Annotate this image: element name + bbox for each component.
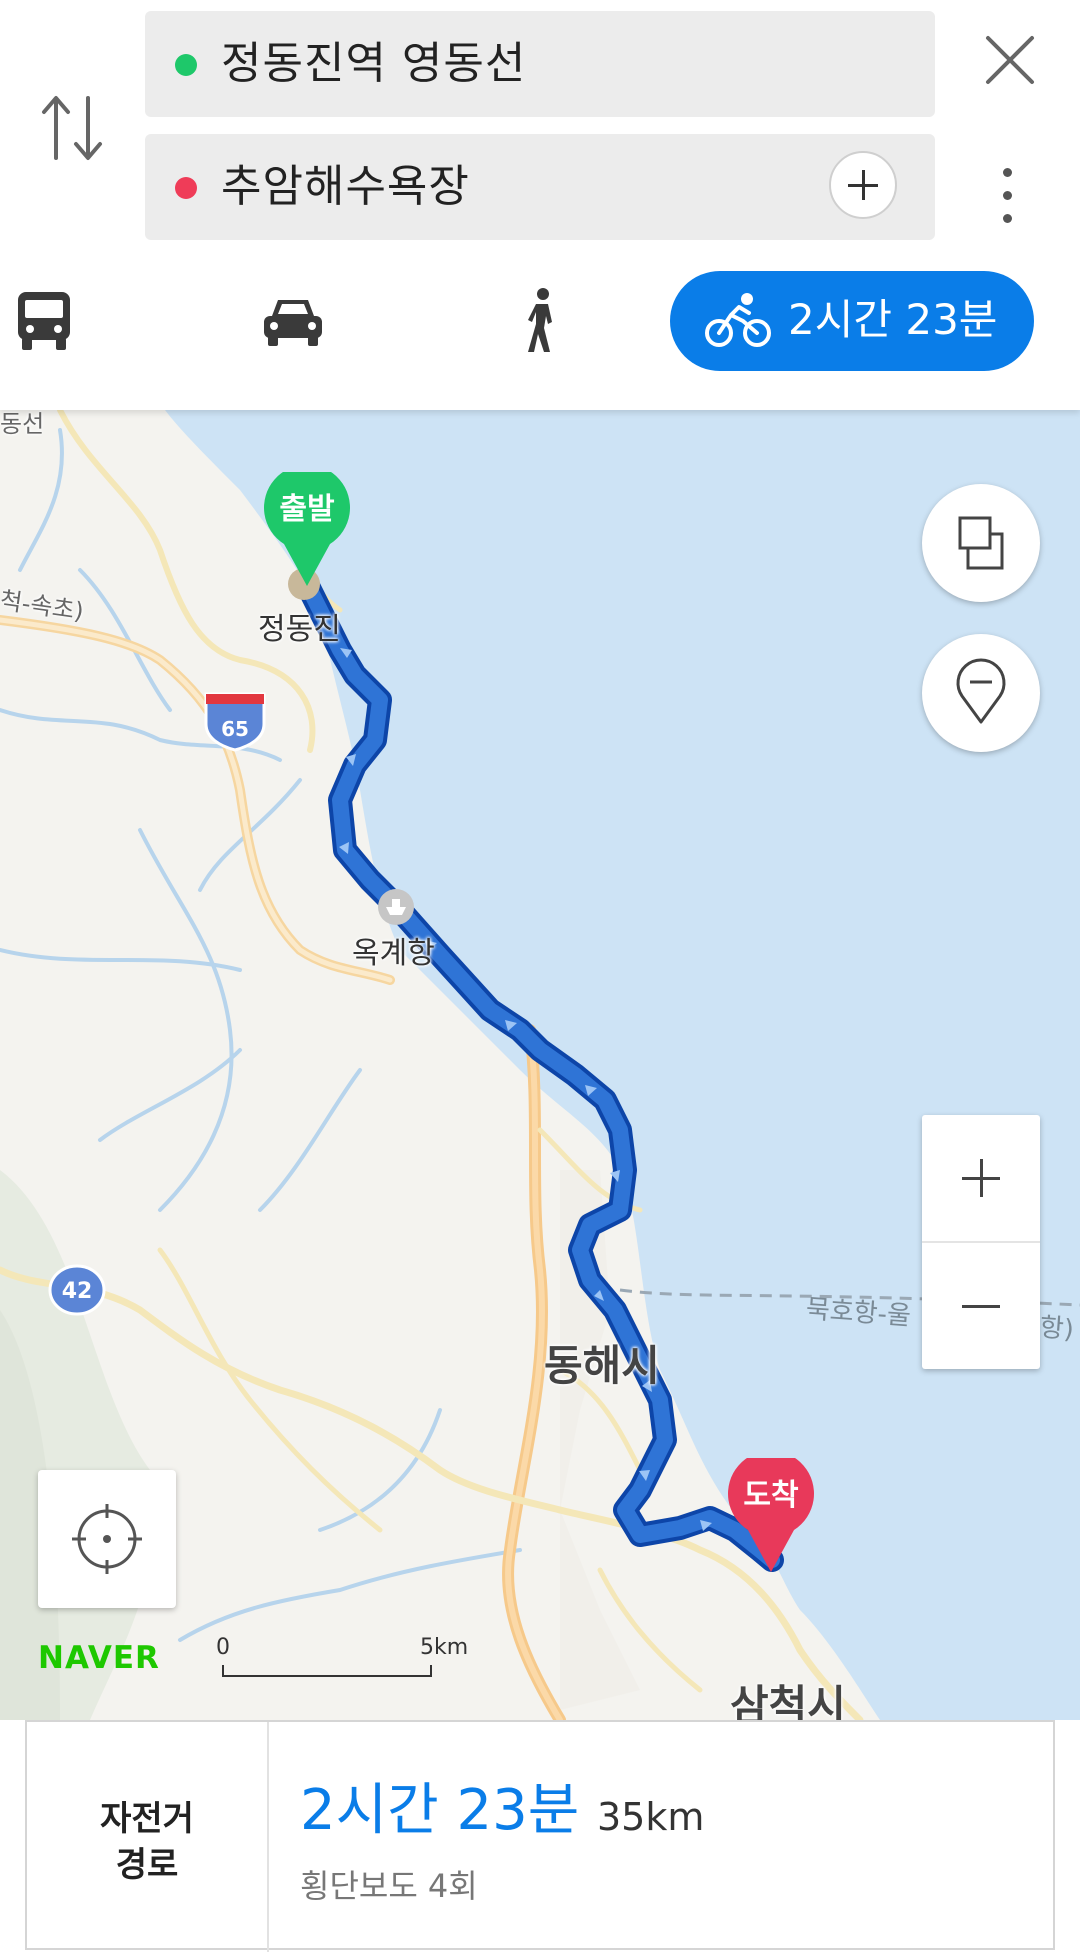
route-type-line2: 경로 (115, 1845, 179, 1885)
origin-dot-icon (175, 54, 197, 76)
close-icon[interactable] (980, 30, 1040, 90)
destination-text: 추암해수욕장 (221, 161, 470, 212)
end-pin-marker-icon (728, 1450, 814, 1572)
route-type-line1: 자전거 (100, 1799, 194, 1839)
destination-field[interactable]: 추암해수욕장 (145, 134, 935, 240)
highway-shield-65: 65 (221, 717, 249, 741)
zoom-out-icon[interactable] (922, 1243, 1040, 1369)
bus-icon[interactable] (12, 268, 76, 378)
bike-icon (705, 291, 771, 351)
origin-field[interactable]: 정동진역 영동선 (145, 11, 935, 117)
route-type-column: 자전거 경로 (27, 1722, 269, 1952)
route-duration: 2시간 23분 (300, 1778, 580, 1843)
route-search-header: 정동진역 영동선 추암해수욕장 2시간 23분 (0, 0, 1080, 410)
walk-icon[interactable] (518, 268, 566, 378)
map-scale: 0 5km (216, 1635, 468, 1685)
start-pin-label: 출발 (279, 492, 335, 527)
poi-pin-icon[interactable] (922, 634, 1040, 752)
route-crosswalk-count: 횡단보도 4회 (300, 1867, 478, 1905)
more-icon[interactable] (995, 168, 1019, 232)
map-label-ferry-tail: 항) (1038, 1312, 1075, 1346)
start-pin-marker-icon (264, 464, 350, 586)
zoom-control (922, 1115, 1040, 1369)
swap-icon[interactable] (38, 88, 108, 168)
transport-mode-tabs: 2시간 23분 (0, 268, 1080, 378)
destination-dot-icon (175, 177, 197, 199)
bike-mode-tab[interactable]: 2시간 23분 (670, 271, 1034, 371)
locate-icon[interactable] (38, 1470, 176, 1608)
bike-time-label: 2시간 23분 (788, 295, 998, 344)
end-pin[interactable]: 도착 (726, 1450, 816, 1578)
map-label-donghae: 동해시 (544, 1341, 660, 1390)
naver-logo: NAVER (38, 1640, 160, 1676)
map-label-jeongdongjin: 정동진 (258, 612, 341, 647)
map-view[interactable]: 65 42 동선 척-속초) 정동진 옥계항 동해시 삼척시 묵호항-울 항) … (0, 410, 1080, 1720)
route-type-label: 자전거 경로 (87, 1796, 207, 1888)
origin-text: 정동진역 영동선 (221, 38, 527, 89)
car-icon[interactable] (260, 268, 326, 378)
map-label-okgye: 옥계항 (352, 936, 435, 971)
map-label-ferry-route: 묵호항-울 (804, 1294, 912, 1332)
start-pin[interactable]: 출발 (262, 464, 352, 592)
route-distance: 35km (597, 1795, 705, 1839)
zoom-in-icon[interactable] (922, 1115, 1040, 1243)
route-summary-card[interactable]: 자전거 경로 2시간 23분 35km 횡단보도 4회 (25, 1720, 1055, 1952)
scale-end: 5km (420, 1635, 469, 1660)
map-label-samcheok: 삼척시 (730, 1681, 846, 1720)
map-label-road-top: 동선 (0, 410, 45, 438)
highway-shield-42: 42 (62, 1279, 93, 1304)
layers-icon[interactable] (922, 484, 1040, 602)
add-waypoint-button[interactable] (829, 151, 897, 219)
end-pin-label: 도착 (743, 1478, 799, 1513)
scale-start: 0 (216, 1635, 230, 1660)
